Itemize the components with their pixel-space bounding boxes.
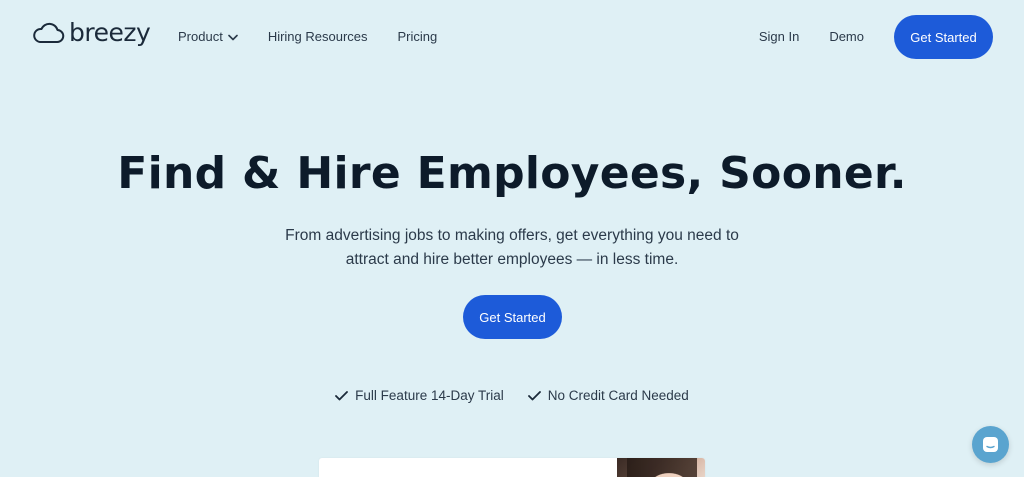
nav-product-label: Product xyxy=(178,29,223,44)
person-photo xyxy=(617,458,705,477)
hero-title: Find & Hire Employees, Sooner. xyxy=(117,148,907,199)
feature-item-no-card: No Credit Card Needed xyxy=(527,388,689,403)
check-icon xyxy=(335,390,349,400)
check-icon xyxy=(527,390,541,400)
breezy-logo[interactable]: breezy xyxy=(31,18,151,47)
nav-pricing[interactable]: Pricing xyxy=(398,29,438,45)
feature-label: No Credit Card Needed xyxy=(547,388,689,403)
nav-hiring-resources[interactable]: Hiring Resources xyxy=(268,29,368,45)
page: breezy Product Hiring Resources Pricing … xyxy=(0,0,1024,477)
feature-label: Full Feature 14-Day Trial xyxy=(355,388,504,403)
nav-demo[interactable]: Demo xyxy=(829,29,864,45)
primary-nav: Product Hiring Resources Pricing xyxy=(178,29,437,45)
cloud-icon xyxy=(33,22,65,43)
nav-sign-in[interactable]: Sign In xyxy=(759,29,799,45)
nav-product[interactable]: Product xyxy=(178,29,238,45)
hero-subtitle: From advertising jobs to making offers, … xyxy=(285,227,739,268)
account-nav: Sign In Demo Get Started xyxy=(759,15,993,59)
feature-list: Full Feature 14-Day Trial No Credit Card… xyxy=(0,388,1024,403)
feature-item-trial: Full Feature 14-Day Trial xyxy=(335,388,504,403)
header-get-started-button[interactable]: Get Started xyxy=(894,15,993,59)
chat-icon xyxy=(983,437,998,452)
hero-get-started-button[interactable]: Get Started xyxy=(463,295,562,339)
site-header: breezy Product Hiring Resources Pricing … xyxy=(0,0,1024,74)
product-preview-image xyxy=(319,458,705,477)
chevron-down-icon xyxy=(228,34,238,40)
chat-launcher-button[interactable] xyxy=(972,426,1009,463)
brand-name: breezy xyxy=(69,18,151,47)
